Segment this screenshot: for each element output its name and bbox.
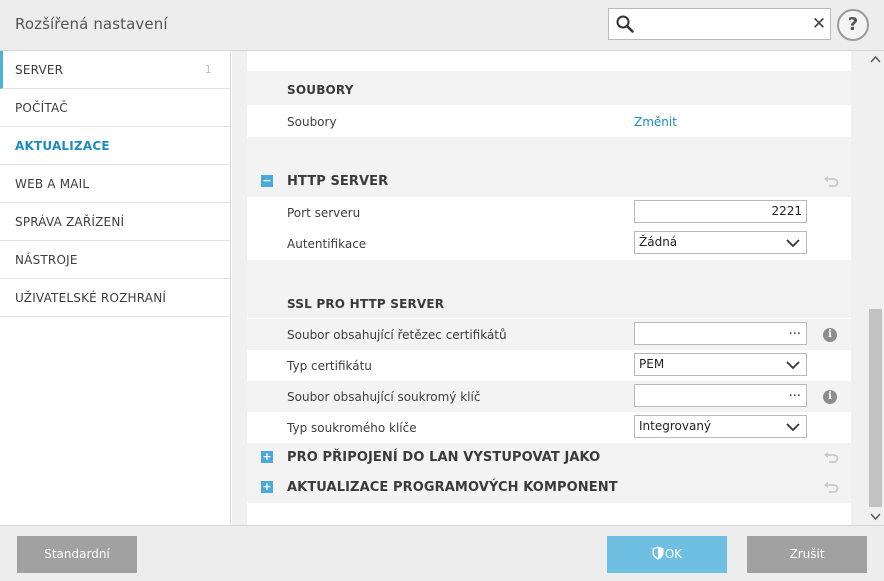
sidebar-item-sprava-zarizeni[interactable]: SPRÁVA ZAŘÍZENÍ	[0, 203, 230, 241]
cert-type-label: Typ certifikátu	[287, 359, 372, 373]
search-input[interactable]	[639, 13, 809, 35]
http-server-header[interactable]: − HTTP SERVER	[247, 165, 851, 197]
chevron-down-icon	[786, 239, 800, 248]
sidebar-item-label: UŽIVATELSKÉ ROZHRANÍ	[15, 291, 167, 305]
settings-content: SOUBORY Soubory Změnit − HTTP SERVER Por…	[232, 51, 867, 525]
sidebar-item-server[interactable]: SERVER 1	[0, 51, 230, 89]
sidebar-item-label: NÁSTROJE	[15, 253, 78, 267]
private-key-type-label: Typ soukromého klíče	[287, 421, 417, 435]
footer-bar: Standardní OK Zrušit	[0, 525, 884, 581]
private-key-input[interactable]: ...	[634, 384, 807, 407]
sidebar-item-aktualizace[interactable]: AKTUALIZACE	[0, 127, 230, 165]
search-icon	[616, 15, 634, 33]
sidebar-item-nastroje[interactable]: NÁSTROJE	[0, 241, 230, 279]
port-label: Port serveru	[287, 206, 361, 220]
search-box[interactable]: ✕	[608, 8, 831, 40]
sidebar-item-label: WEB A MAIL	[15, 177, 90, 191]
auth-select-value: Žádná	[639, 235, 678, 249]
sidebar-item-uzivatelske-rozhrani[interactable]: UŽIVATELSKÉ ROZHRANÍ	[0, 279, 230, 317]
ok-button[interactable]: OK	[607, 536, 727, 573]
sidebar-item-label: SERVER	[15, 63, 64, 77]
soubory-header: SOUBORY	[247, 71, 851, 105]
cert-chain-label: Soubor obsahující řetězec certifikátů	[287, 328, 507, 342]
spacer-row	[247, 260, 851, 288]
info-icon[interactable]: i	[823, 328, 837, 342]
spacer-row	[247, 137, 851, 165]
port-input[interactable]: 2221	[634, 200, 807, 223]
sidebar-item-count: 1	[204, 63, 212, 76]
scroll-up-icon[interactable]	[870, 55, 881, 65]
sidebar: SERVER 1 POČÍTAČ AKTUALIZACE WEB A MAIL …	[0, 51, 231, 525]
chevron-down-icon	[786, 423, 800, 432]
scroll-down-icon[interactable]	[870, 511, 881, 521]
section-title-soubory: SOUBORY	[287, 83, 354, 97]
cert-chain-input[interactable]: ...	[634, 322, 807, 345]
standard-button[interactable]: Standardní	[17, 536, 137, 573]
shield-icon	[652, 546, 664, 560]
title-bar: Rozšířená nastavení ✕ ?	[0, 0, 884, 51]
private-key-type-value: Integrovaný	[639, 419, 712, 433]
chevron-down-icon	[786, 361, 800, 370]
sidebar-item-web-a-mail[interactable]: WEB A MAIL	[0, 165, 230, 203]
ok-button-label: OK	[664, 547, 683, 561]
undo-icon[interactable]	[823, 451, 839, 465]
undo-icon[interactable]	[823, 175, 839, 189]
cert-chain-row: Soubor obsahující řetězec certifikátů ..…	[247, 319, 851, 350]
sidebar-item-label: AKTUALIZACE	[15, 139, 110, 153]
browse-button[interactable]: ...	[789, 320, 801, 341]
auth-row: Autentifikace Žádná	[247, 230, 851, 259]
sidebar-item-pocitac[interactable]: POČÍTAČ	[0, 89, 230, 127]
clear-icon[interactable]: ✕	[810, 14, 828, 34]
change-link[interactable]: Změnit	[634, 115, 677, 129]
window-title: Rozšířená nastavení	[15, 15, 168, 33]
section-title-lan: PRO PŘIPOJENÍ DO LAN VYSTUPOVAT JAKO	[287, 450, 601, 465]
files-row: Soubory Změnit	[247, 109, 851, 135]
sidebar-item-label: POČÍTAČ	[15, 101, 68, 115]
cert-type-select[interactable]: PEM	[634, 353, 807, 376]
sidebar-item-label: SPRÁVA ZAŘÍZENÍ	[15, 215, 125, 229]
scrollbar-thumb[interactable]	[869, 309, 882, 507]
private-key-type-row: Typ soukromého klíče Integrovaný	[247, 413, 851, 443]
collapse-icon[interactable]: −	[261, 175, 273, 187]
auth-select[interactable]: Žádná	[634, 231, 807, 254]
private-key-row: Soubor obsahující soukromý klíč ... i	[247, 381, 851, 412]
section-title-ssl: SSL PRO HTTP SERVER	[287, 297, 445, 311]
ssl-header: SSL PRO HTTP SERVER	[247, 288, 851, 318]
expand-icon[interactable]: +	[261, 481, 273, 493]
undo-icon[interactable]	[823, 481, 839, 495]
cert-type-value: PEM	[639, 357, 665, 371]
cancel-button[interactable]: Zrušit	[747, 536, 867, 573]
port-row: Port serveru 2221	[247, 199, 851, 228]
private-key-type-select[interactable]: Integrovaný	[634, 415, 807, 438]
expand-icon[interactable]: +	[261, 451, 273, 463]
vertical-scrollbar[interactable]	[867, 51, 884, 525]
components-section-header[interactable]: + AKTUALIZACE PROGRAMOVÝCH KOMPONENT	[247, 473, 851, 503]
lan-section-header[interactable]: + PRO PŘIPOJENÍ DO LAN VYSTUPOVAT JAKO	[247, 443, 851, 473]
auth-label: Autentifikace	[287, 237, 367, 251]
section-title-http-server: HTTP SERVER	[287, 174, 389, 189]
section-title-components: AKTUALIZACE PROGRAMOVÝCH KOMPONENT	[287, 480, 618, 495]
help-icon[interactable]: ?	[837, 9, 869, 41]
private-key-label: Soubor obsahující soukromý klíč	[287, 390, 481, 404]
files-label: Soubory	[287, 115, 337, 129]
cert-type-row: Typ certifikátu PEM	[247, 351, 851, 381]
browse-button[interactable]: ...	[789, 382, 801, 403]
info-icon[interactable]: i	[823, 390, 837, 404]
